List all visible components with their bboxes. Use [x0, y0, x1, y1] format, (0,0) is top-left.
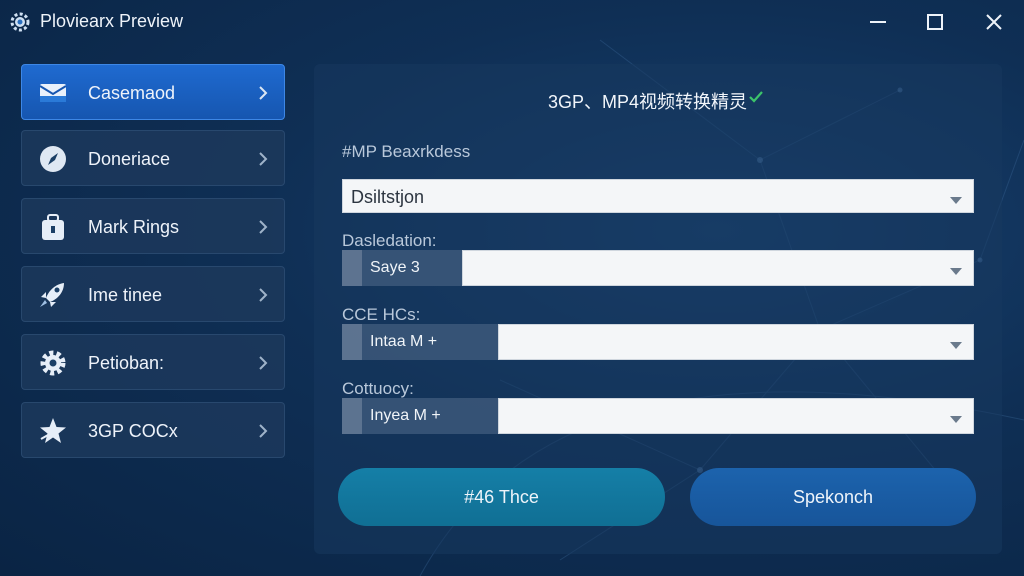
sidebar-item-mark-rings[interactable]: Mark Rings: [21, 198, 285, 254]
chevron-right-icon: [258, 423, 268, 439]
dropdown-select[interactable]: [462, 250, 974, 286]
envelope-icon: [38, 79, 68, 107]
sidebar-item-label: 3GP COCx: [88, 421, 178, 441]
chevron-right-icon: [258, 355, 268, 371]
sidebar-item-label: Doneriace: [88, 149, 171, 169]
star-icon: [38, 417, 68, 445]
maximize-button[interactable]: [913, 6, 957, 38]
option-tab[interactable]: Inyea M +: [342, 398, 498, 434]
tab-label: Saye 3: [370, 259, 420, 276]
sidebar-item-doneriace[interactable]: Doneriace: [21, 130, 285, 186]
bag-icon: [38, 213, 68, 241]
caret-down-icon: [949, 263, 963, 275]
rocket-icon: [38, 281, 68, 309]
sidebar-item-ime-tinee[interactable]: Ime tinee: [21, 266, 285, 322]
secondary-action-button[interactable]: Spekonch: [690, 468, 976, 526]
caret-down-icon: [949, 337, 963, 349]
field-label: CCE HCs:: [342, 305, 421, 324]
tab-swatch: [342, 324, 362, 360]
dropdown-value: Dsiltstjon: [351, 187, 425, 207]
maximize-icon: [926, 13, 944, 31]
tab-label: Inyea M +: [370, 407, 441, 424]
minimize-button[interactable]: [856, 6, 900, 38]
chevron-right-icon: [258, 219, 268, 235]
button-label: #46 Thce: [464, 486, 539, 507]
sidebar-item-label: Ime tinee: [88, 285, 163, 305]
close-icon: [985, 13, 1003, 31]
caret-down-icon: [949, 411, 963, 423]
app-window: Ploviearx Preview Casemaod Doneriace Mar…: [0, 0, 1024, 576]
sidebar-item-3gp-cocx[interactable]: 3GP COCx: [21, 402, 285, 458]
option-tab[interactable]: Intaa M +: [342, 324, 498, 360]
chevron-right-icon: [258, 85, 268, 101]
title-bar: Ploviearx Preview: [0, 0, 1024, 44]
primary-action-button[interactable]: #46 Thce: [338, 468, 665, 526]
sidebar-item-casemaod[interactable]: Casemaod: [21, 64, 285, 120]
sidebar-item-label: Casemaod: [88, 83, 176, 103]
field-label: Dasledation:: [342, 231, 437, 250]
check-icon: [748, 89, 764, 105]
minimize-icon: [869, 13, 887, 31]
dropdown-select[interactable]: [498, 398, 974, 434]
sidebar-item-label: Mark Rings: [88, 217, 180, 237]
chevron-right-icon: [258, 151, 268, 167]
field-label: #MP Beaxrkdess: [342, 142, 471, 161]
caret-down-icon: [949, 192, 963, 204]
option-tab[interactable]: Saye 3: [342, 250, 462, 286]
field-label: Cottuocy:: [342, 379, 414, 398]
sidebar-item-label: Petioban:: [88, 353, 165, 373]
window-title: Ploviearx Preview: [40, 11, 184, 31]
panel-title: 3GP、MP4视频转换精灵: [548, 92, 748, 112]
dropdown-select[interactable]: [498, 324, 974, 360]
tab-label: Intaa M +: [370, 333, 438, 350]
sidebar-item-petioban[interactable]: Petioban:: [21, 334, 285, 390]
button-label: Spekonch: [792, 486, 874, 507]
gear-icon: [38, 349, 68, 377]
dropdown-select[interactable]: Dsiltstjon: [342, 179, 974, 213]
tab-swatch: [342, 250, 362, 286]
compass-icon: [38, 145, 68, 173]
chevron-right-icon: [258, 287, 268, 303]
gear-app-icon: [9, 11, 31, 33]
tab-swatch: [342, 398, 362, 434]
close-button[interactable]: [972, 6, 1016, 38]
